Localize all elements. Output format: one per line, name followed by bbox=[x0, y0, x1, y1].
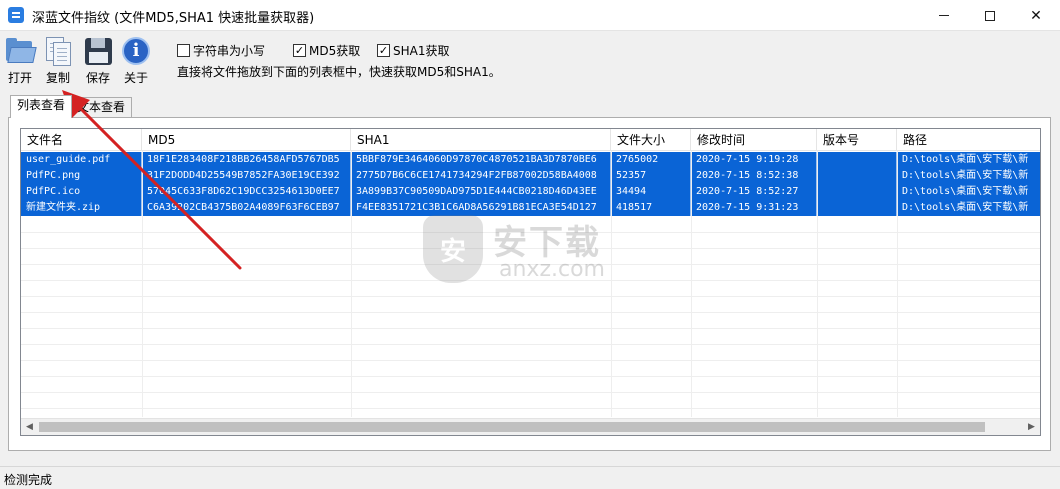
copy-button[interactable]: 复制 bbox=[42, 35, 74, 85]
column-header-filename[interactable]: 文件名 bbox=[21, 129, 142, 151]
save-label: 保存 bbox=[85, 71, 110, 85]
column-header-sha1[interactable]: SHA1 bbox=[351, 129, 611, 151]
about-button[interactable]: i 关于 bbox=[120, 35, 152, 85]
cell-filename: PdfPC.ico bbox=[21, 184, 142, 200]
maximize-button[interactable] bbox=[967, 0, 1013, 31]
cell-path: D:\tools\桌面\安下载\新 bbox=[902, 170, 1029, 181]
column-header-md5[interactable]: MD5 bbox=[142, 129, 351, 151]
md5-checkbox-box[interactable]: ✓ bbox=[293, 44, 306, 57]
column-header-modified[interactable]: 修改时间 bbox=[691, 129, 817, 151]
cell-sha1: 3A899B37C90509DAD975D1E444CB0218D46D43EE bbox=[351, 184, 611, 200]
cell-size: 52357 bbox=[611, 168, 691, 184]
status-text: 检测完成 bbox=[4, 473, 53, 487]
table-row[interactable]: PdfPC.png 31F2DODD4D25549B7852FA30E19CE3… bbox=[21, 168, 1040, 184]
cell-size: 418517 bbox=[611, 200, 691, 216]
app-icon bbox=[8, 7, 24, 23]
table-row[interactable]: 新建文件夹.zip C6A39202CB4375B02A4089F63F6CEB… bbox=[21, 200, 1040, 216]
cell-filename: 新建文件夹.zip bbox=[21, 200, 142, 216]
close-icon: ✕ bbox=[1030, 7, 1042, 24]
folder-open-icon bbox=[4, 35, 37, 67]
cell-sha1: 5BBF879E3464060D97870C4870521BA3D7870BE6 bbox=[351, 152, 611, 168]
floppy-disk-icon bbox=[82, 35, 114, 67]
lowercase-checkbox-box[interactable] bbox=[177, 44, 190, 57]
save-button[interactable]: 保存 bbox=[82, 35, 114, 85]
md5-checkbox-label: MD5获取 bbox=[309, 44, 361, 58]
minimize-button[interactable] bbox=[921, 0, 967, 31]
cell-size: 34494 bbox=[611, 184, 691, 200]
maximize-icon bbox=[985, 10, 995, 21]
cell-filename: PdfPC.png bbox=[21, 168, 142, 184]
cell-sha1: 2775D7B6C6CE1741734294F2FB87002D58BA4008 bbox=[351, 168, 611, 184]
table-row[interactable]: PdfPC.ico 57045C633F8D62C19DCC3254613D0E… bbox=[21, 184, 1040, 200]
scroll-left-arrow-icon[interactable]: ◀ bbox=[21, 419, 38, 435]
cell-modified: 2020-7-15 9:19:28 bbox=[691, 152, 817, 168]
title-bar: 深蓝文件指纹 (文件MD5,SHA1 快速批量获取器) ✕ bbox=[0, 0, 1060, 31]
column-header-path[interactable]: 路径 bbox=[897, 129, 1040, 151]
cell-modified: 2020-7-15 8:52:27 bbox=[691, 184, 817, 200]
cell-version bbox=[817, 168, 897, 184]
close-button[interactable]: ✕ bbox=[1013, 0, 1059, 31]
md5-checkbox[interactable]: ✓ MD5获取 bbox=[293, 42, 360, 59]
copy-label: 复制 bbox=[45, 71, 70, 85]
scrollbar-thumb[interactable] bbox=[39, 422, 985, 432]
cell-modified: 2020-7-15 9:31:23 bbox=[691, 200, 817, 216]
cell-modified: 2020-7-15 8:52:38 bbox=[691, 168, 817, 184]
cell-md5: 31F2DODD4D25549B7852FA30E19CE392 bbox=[142, 168, 351, 184]
table-row[interactable]: user_guide.pdf 18F1E283408F218BB26458AFD… bbox=[21, 152, 1040, 168]
sha1-checkbox[interactable]: ✓ SHA1获取 bbox=[377, 42, 450, 59]
cell-size: 2765002 bbox=[611, 152, 691, 168]
column-header-size[interactable]: 文件大小 bbox=[611, 129, 691, 151]
list-header: 文件名 MD5 SHA1 文件大小 修改时间 版本号 路径 bbox=[21, 129, 1040, 151]
lowercase-checkbox[interactable]: 字符串为小写 bbox=[177, 42, 265, 59]
scroll-right-arrow-icon[interactable]: ▶ bbox=[1023, 419, 1040, 435]
tab-text-view[interactable]: 文本查看 bbox=[70, 97, 133, 117]
sha1-checkbox-label: SHA1获取 bbox=[393, 44, 450, 58]
tab-list-view[interactable]: 列表查看 bbox=[10, 95, 73, 118]
drag-drop-hint: 直接将文件拖放到下面的列表框中，快速获取MD5和SHA1。 bbox=[177, 65, 501, 79]
lowercase-checkbox-label: 字符串为小写 bbox=[193, 44, 266, 58]
cell-md5: 57045C633F8D62C19DCC3254613D0EE7 bbox=[142, 184, 351, 200]
open-label: 打开 bbox=[7, 71, 32, 85]
cell-md5: C6A39202CB4375B02A4089F63F6CEB97 bbox=[142, 200, 351, 216]
cell-sha1: F4EE8351721C3B1C6AD8A56291B81ECA3E54D127 bbox=[351, 200, 611, 216]
cell-path: D:\tools\桌面\安下载\新 bbox=[902, 154, 1029, 165]
column-header-version[interactable]: 版本号 bbox=[817, 129, 897, 151]
status-bar: 检测完成 bbox=[0, 466, 1060, 489]
file-list[interactable]: 文件名 MD5 SHA1 文件大小 修改时间 版本号 路径 user_guide… bbox=[20, 128, 1041, 436]
cell-filename: user_guide.pdf bbox=[21, 152, 142, 168]
cell-md5: 18F1E283408F218BB26458AFD5767DB5 bbox=[142, 152, 351, 168]
copy-icon bbox=[42, 35, 74, 67]
cell-version bbox=[817, 200, 897, 216]
about-label: 关于 bbox=[123, 71, 148, 85]
minimize-icon bbox=[939, 15, 949, 16]
cell-path: D:\tools\桌面\安下载\新 bbox=[902, 202, 1029, 213]
cell-version bbox=[817, 152, 897, 168]
window-title: 深蓝文件指纹 (文件MD5,SHA1 快速批量获取器) bbox=[32, 11, 315, 26]
info-icon: i bbox=[120, 35, 152, 67]
cell-path: D:\tools\桌面\安下载\新 bbox=[902, 186, 1029, 197]
sha1-checkbox-box[interactable]: ✓ bbox=[377, 44, 390, 57]
horizontal-scrollbar[interactable]: ◀ ▶ bbox=[21, 418, 1040, 435]
cell-version bbox=[817, 184, 897, 200]
open-button[interactable]: 打开 bbox=[4, 35, 37, 85]
